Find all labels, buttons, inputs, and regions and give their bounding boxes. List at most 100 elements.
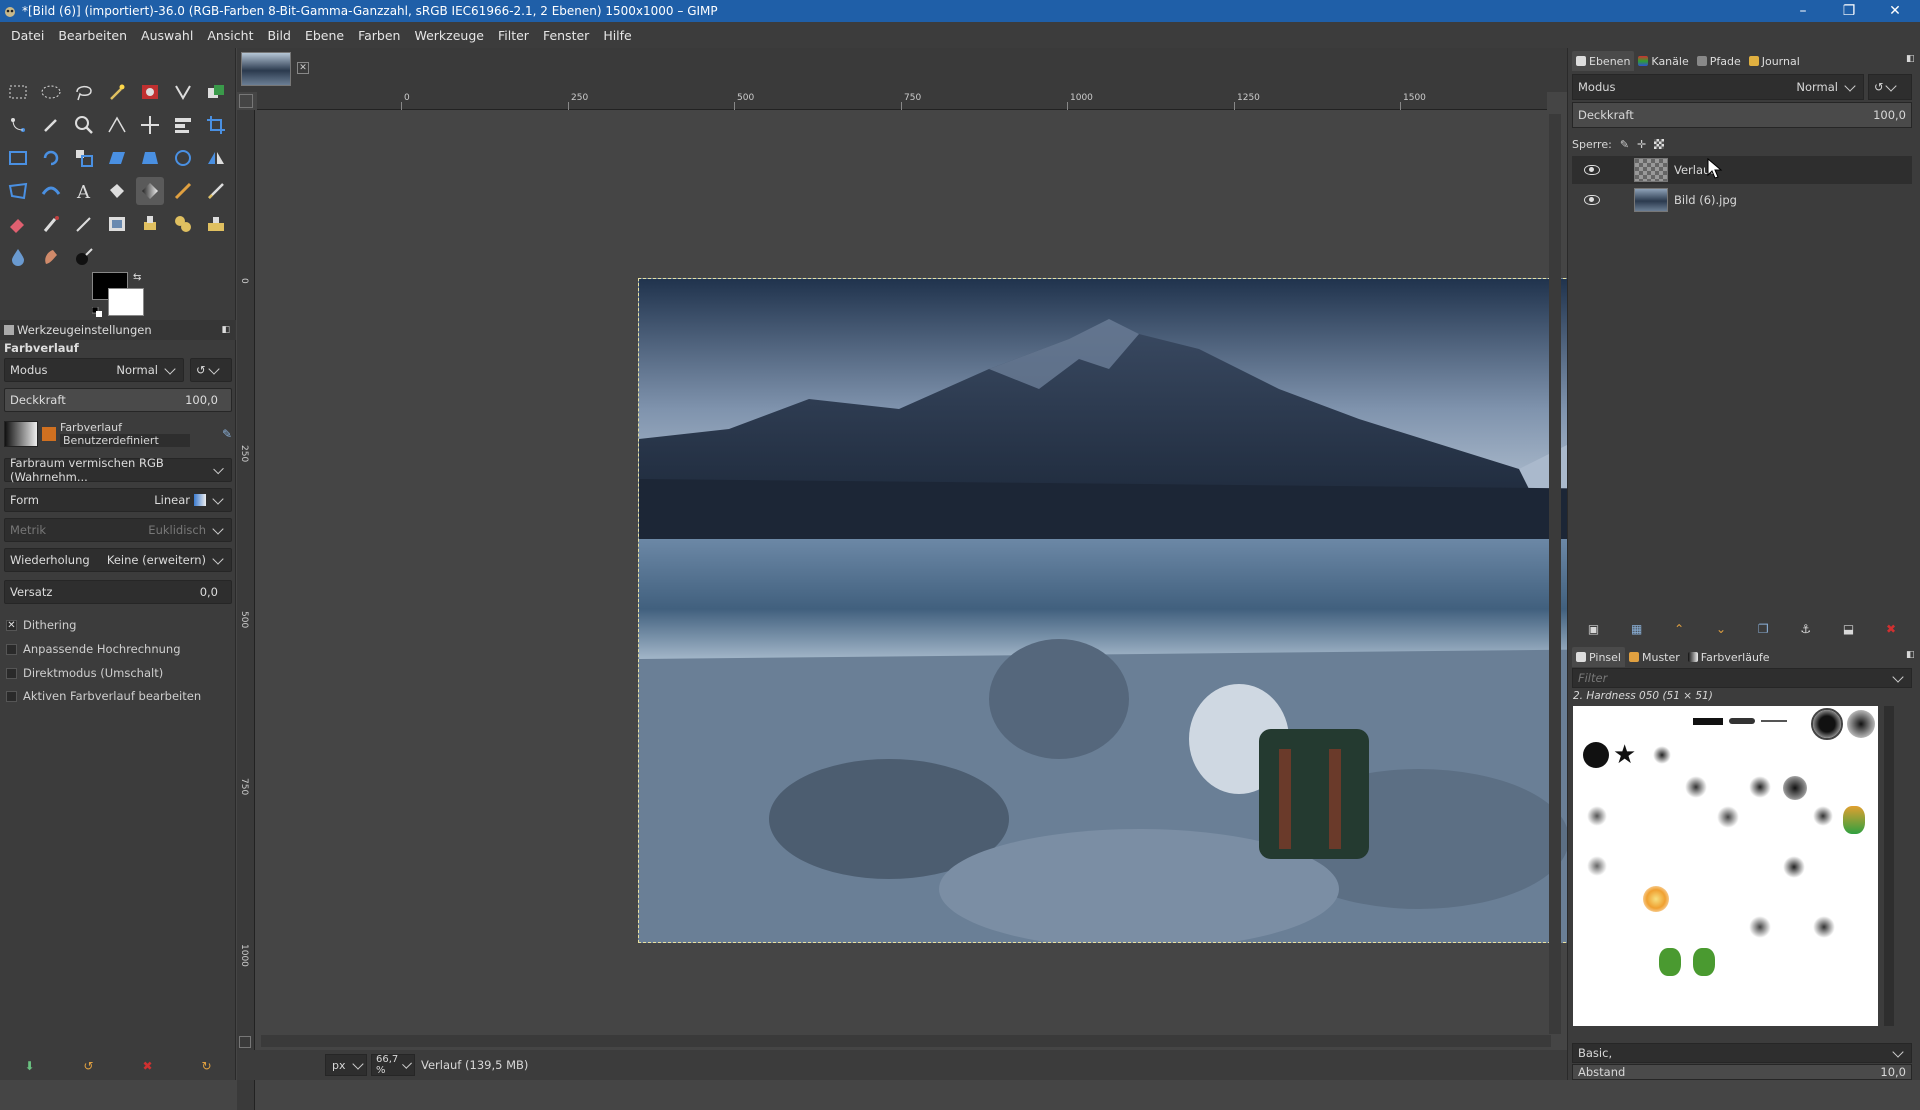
text-icon[interactable]: A [70,177,98,205]
gradient-reverse-icon[interactable] [42,427,56,441]
brush-swatch[interactable] [1813,806,1833,826]
tab-brushes[interactable]: Pinsel [1572,647,1625,667]
brush-swatch[interactable] [1587,856,1607,876]
save-options-icon[interactable]: ⬇ [24,1059,34,1073]
brush-swatch[interactable] [1717,806,1739,828]
brush-swatch[interactable] [1685,776,1707,798]
blur-icon[interactable] [4,243,32,271]
cage-transform-icon[interactable] [4,177,32,205]
perspective-icon[interactable] [136,144,164,172]
gradient-icon[interactable] [136,177,164,205]
dock-menu-icon[interactable]: ◧ [1906,650,1915,660]
menu-fenster[interactable]: Fenster [536,28,596,43]
delete-options-icon[interactable]: ✖ [142,1059,152,1073]
menu-ansicht[interactable]: Ansicht [200,28,260,43]
ink-icon[interactable] [70,210,98,238]
clone-icon[interactable] [136,210,164,238]
merge-layer-icon[interactable]: ⬓ [1843,622,1854,636]
lock-alpha-icon[interactable] [1654,139,1665,149]
restore-options-icon[interactable]: ↺ [83,1059,93,1073]
flip-icon[interactable] [202,144,230,172]
fuzzy-select-icon[interactable] [103,78,131,106]
color-picker-icon[interactable] [37,111,65,139]
layer-mode-reset-button[interactable]: ↺ [1868,74,1912,100]
eraser-icon[interactable] [4,210,32,238]
lower-layer-icon[interactable]: ⌄ [1716,622,1726,636]
swap-colors-icon[interactable]: ⇆ [133,272,141,283]
warp-transform-icon[interactable] [37,177,65,205]
rect-select-icon[interactable] [4,78,32,106]
background-color[interactable] [108,288,144,316]
tab-layers[interactable]: Ebenen [1572,51,1635,71]
mode-reset-button[interactable]: ↺ [190,358,232,382]
brush-swatch[interactable] [1693,948,1715,976]
ellipse-select-icon[interactable] [37,78,65,106]
unit-select[interactable]: px [325,1054,367,1076]
brush-tag-select[interactable]: Basic, [1572,1043,1912,1063]
scissors-select-icon[interactable] [169,78,197,106]
brush-swatch[interactable] [1693,718,1723,725]
brush-grid-scrollbar[interactable] [1884,706,1894,1026]
new-layer-group-icon[interactable]: ▦ [1631,622,1642,636]
canvas-image[interactable] [638,278,1636,943]
brush-swatch[interactable] [1749,916,1771,938]
zoom-icon[interactable] [70,111,98,139]
measure-icon[interactable] [103,111,131,139]
menu-werkzeuge[interactable]: Werkzeuge [407,28,491,43]
menu-bearbeiten[interactable]: Bearbeiten [51,28,134,43]
lasso-icon[interactable] [70,78,98,106]
airbrush-icon[interactable] [37,210,65,238]
close-tab-icon[interactable]: ✕ [297,62,309,74]
gradient-preview[interactable] [4,421,38,447]
brush-swatch[interactable] [1813,916,1835,938]
dithering-checkbox[interactable]: ✕ Dithering [6,618,76,632]
raise-layer-icon[interactable]: ⌃ [1674,622,1684,636]
brush-swatch[interactable] [1653,746,1671,764]
visibility-eye-icon[interactable] [1584,195,1600,205]
reset-options-icon[interactable]: ↻ [201,1059,211,1073]
navigate-icon[interactable] [239,1036,251,1048]
align-icon[interactable] [169,111,197,139]
rotate-icon[interactable] [37,144,65,172]
brush-swatch[interactable] [1783,856,1805,878]
anchor-layer-icon[interactable]: ⚓ [1800,622,1811,636]
move-icon[interactable] [136,111,164,139]
tab-channels[interactable]: Kanäle [1634,51,1692,71]
menu-ebene[interactable]: Ebene [298,28,351,43]
3d-transform-icon[interactable] [169,144,197,172]
minimize-icon[interactable]: – [1780,0,1826,22]
dock-menu-icon[interactable]: ◧ [1906,54,1915,64]
close-window-icon[interactable]: ✕ [1872,0,1918,22]
menu-auswahl[interactable]: Auswahl [134,28,200,43]
instant-mode-checkbox[interactable]: Direktmodus (Umschalt) [6,666,163,680]
offset-spinner[interactable]: Versatz 0,0 [4,580,232,604]
blend-color-space-select[interactable]: Farbraum vermischen RGB (Wahrnehm... [4,456,232,484]
menu-filter[interactable]: Filter [491,28,536,43]
restore-icon[interactable]: ❐ [1826,0,1872,22]
brush-swatch[interactable] [1587,806,1607,826]
brush-grid[interactable]: ★ [1573,706,1878,1026]
scale-icon[interactable] [70,144,98,172]
horizontal-scrollbar[interactable] [261,1035,1551,1047]
brush-swatch[interactable] [1729,718,1755,724]
image-tab-thumbnail[interactable] [241,52,291,86]
lock-position-icon[interactable]: ✛ [1637,138,1646,151]
tab-gradients[interactable]: Farbverläufe [1684,647,1774,667]
star-brush-icon[interactable]: ★ [1613,740,1636,770]
quick-mask-corner-icon[interactable] [239,94,253,108]
brush-swatch[interactable] [1583,742,1609,768]
duplicate-layer-icon[interactable]: ❐ [1758,622,1769,636]
paintbrush-icon[interactable] [169,177,197,205]
pencil-icon[interactable] [202,177,230,205]
menu-bild[interactable]: Bild [260,28,297,43]
visibility-eye-icon[interactable] [1584,165,1600,175]
layer-row[interactable]: Verlauf [1572,156,1912,184]
default-colors-icon[interactable] [91,306,102,317]
brush-swatch[interactable] [1783,776,1807,800]
perspective-clone-icon[interactable] [202,210,230,238]
mode-select[interactable]: Modus Normal [4,358,184,382]
bucket-fill-icon[interactable] [103,177,131,205]
lock-pixels-icon[interactable]: ✎ [1620,138,1629,151]
brush-swatch[interactable] [1643,886,1669,912]
smudge-icon[interactable] [37,243,65,271]
